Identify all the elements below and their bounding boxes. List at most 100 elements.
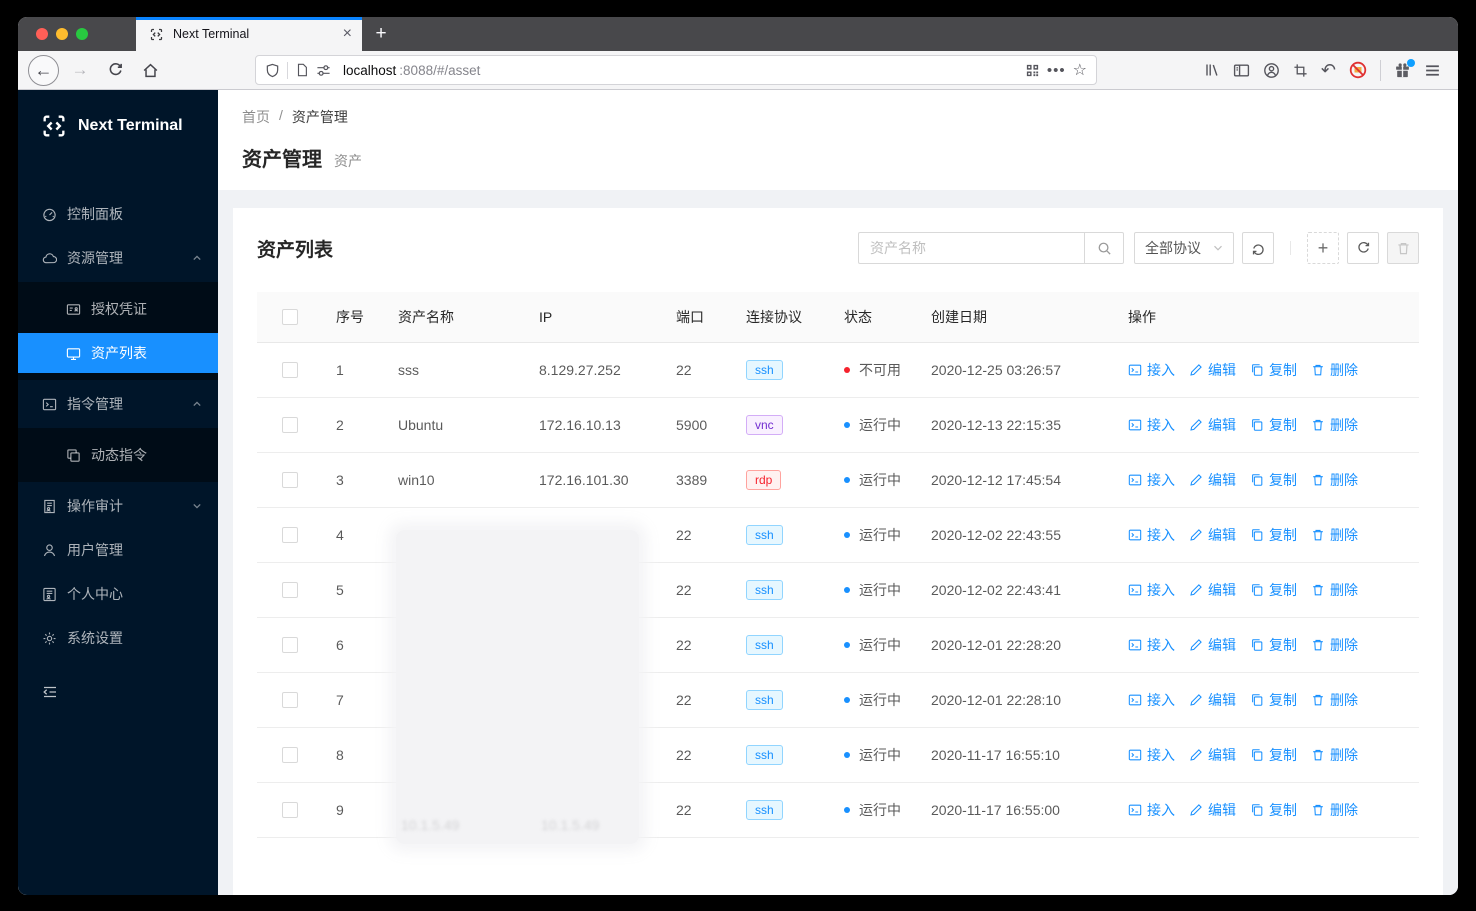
protocol-filter-select[interactable]: 全部协议 — [1134, 232, 1234, 264]
select-all-checkbox[interactable] — [282, 309, 298, 325]
action-delete[interactable]: 删除 — [1311, 800, 1358, 820]
home-button[interactable] — [136, 56, 164, 84]
action-copy[interactable]: 复制 — [1250, 415, 1297, 435]
search-icon[interactable] — [1084, 232, 1124, 264]
action-delete[interactable]: 删除 — [1311, 690, 1358, 710]
row-checkbox[interactable] — [282, 692, 298, 708]
breadcrumb-home-link[interactable]: 首页 — [242, 107, 270, 127]
action-delete[interactable]: 删除 — [1311, 470, 1358, 490]
permissions-toggles-icon[interactable] — [316, 63, 331, 78]
sidebar-item-credentials[interactable]: 授权凭证 — [18, 289, 218, 329]
access-icon — [1128, 803, 1142, 817]
library-icon[interactable] — [1204, 62, 1220, 78]
add-asset-button[interactable]: + — [1307, 232, 1339, 264]
hamburger-menu-icon[interactable] — [1424, 62, 1441, 79]
account-icon[interactable] — [1263, 62, 1280, 79]
url-bar[interactable]: localhost:8088/#/asset ••• ☆ — [255, 55, 1097, 85]
action-edit[interactable]: 编辑 — [1189, 690, 1236, 710]
gift-extension-icon[interactable] — [1394, 58, 1415, 79]
sidebar-item-dashboard[interactable]: 控制面板 — [18, 194, 218, 234]
action-delete[interactable]: 删除 — [1311, 745, 1358, 765]
copy-icon — [1250, 528, 1264, 542]
action-copy[interactable]: 复制 — [1250, 745, 1297, 765]
undo-sync-button[interactable] — [1242, 232, 1274, 264]
action-copy[interactable]: 复制 — [1250, 470, 1297, 490]
sidebars-icon[interactable] — [1233, 62, 1250, 79]
sidebar-collapse-icon[interactable] — [42, 684, 218, 700]
sidebar-item-dynamic-commands[interactable]: 动态指令 — [18, 435, 218, 475]
page-info-icon[interactable] — [295, 63, 309, 77]
page-actions-icon[interactable]: ••• — [1047, 62, 1066, 79]
minimize-window-button[interactable] — [56, 28, 68, 40]
sidebar-item-audit[interactable]: 操作审计 — [18, 486, 218, 526]
row-checkbox[interactable] — [282, 637, 298, 653]
new-tab-button[interactable]: + — [362, 17, 400, 51]
sidebar-item-users[interactable]: 用户管理 — [18, 530, 218, 570]
row-checkbox[interactable] — [282, 582, 298, 598]
action-edit[interactable]: 编辑 — [1189, 745, 1236, 765]
row-checkbox[interactable] — [282, 527, 298, 543]
action-copy[interactable]: 复制 — [1250, 525, 1297, 545]
row-actions: 接入 编辑 复制 删除 — [1128, 470, 1403, 490]
delete-selected-button[interactable] — [1387, 232, 1419, 264]
row-checkbox[interactable] — [282, 417, 298, 433]
action-copy[interactable]: 复制 — [1250, 635, 1297, 655]
forward-button[interactable]: → — [66, 56, 94, 84]
action-copy[interactable]: 复制 — [1250, 580, 1297, 600]
row-checkbox[interactable] — [282, 472, 298, 488]
undo-icon[interactable]: ↶ — [1321, 61, 1336, 79]
sidebar-item-settings[interactable]: 系统设置 — [18, 618, 218, 658]
action-access[interactable]: 接入 — [1128, 800, 1175, 820]
sidebar-item-commands[interactable]: 指令管理 — [18, 384, 218, 424]
action-access[interactable]: 接入 — [1128, 525, 1175, 545]
action-access[interactable]: 接入 — [1128, 690, 1175, 710]
action-edit[interactable]: 编辑 — [1189, 415, 1236, 435]
action-delete[interactable]: 删除 — [1311, 525, 1358, 545]
action-edit[interactable]: 编辑 — [1189, 800, 1236, 820]
action-delete[interactable]: 删除 — [1311, 580, 1358, 600]
reload-button[interactable] — [101, 56, 129, 84]
access-icon — [1128, 748, 1142, 762]
action-edit[interactable]: 编辑 — [1189, 635, 1236, 655]
action-copy[interactable]: 复制 — [1250, 800, 1297, 820]
action-delete[interactable]: 删除 — [1311, 635, 1358, 655]
browser-tab[interactable]: Next Terminal × — [136, 17, 362, 51]
action-access[interactable]: 接入 — [1128, 635, 1175, 655]
row-checkbox[interactable] — [282, 362, 298, 378]
blocked-extension-icon[interactable] — [1349, 61, 1367, 79]
cell-port: 22 — [660, 727, 730, 783]
action-edit[interactable]: 编辑 — [1189, 470, 1236, 490]
qr-code-icon[interactable] — [1025, 63, 1040, 78]
action-edit[interactable]: 编辑 — [1189, 360, 1236, 380]
action-access[interactable]: 接入 — [1128, 415, 1175, 435]
action-access[interactable]: 接入 — [1128, 580, 1175, 600]
cell-num: 9 — [320, 782, 382, 838]
tab-close-icon[interactable]: × — [343, 26, 352, 42]
action-copy[interactable]: 复制 — [1250, 690, 1297, 710]
row-checkbox[interactable] — [282, 747, 298, 763]
bookmark-star-icon[interactable]: ☆ — [1073, 60, 1087, 80]
action-copy[interactable]: 复制 — [1250, 360, 1297, 380]
sidebar-item-asset-list[interactable]: 资产列表 — [18, 333, 218, 373]
row-actions: 接入 编辑 复制 删除 — [1128, 415, 1403, 435]
back-button[interactable]: ← — [28, 54, 59, 86]
tracking-shield-icon[interactable] — [265, 63, 280, 78]
action-edit[interactable]: 编辑 — [1189, 525, 1236, 545]
refresh-button[interactable] — [1347, 232, 1379, 264]
action-edit[interactable]: 编辑 — [1189, 580, 1236, 600]
close-window-button[interactable] — [36, 28, 48, 40]
sidebar-item-resources[interactable]: 资源管理 — [18, 238, 218, 278]
sidebar-item-profile[interactable]: 个人中心 — [18, 574, 218, 614]
asset-name-search-input[interactable] — [858, 232, 1084, 264]
action-access[interactable]: 接入 — [1128, 745, 1175, 765]
action-access[interactable]: 接入 — [1128, 470, 1175, 490]
cell-port: 22 — [660, 617, 730, 673]
cell-port: 5900 — [660, 397, 730, 453]
row-checkbox[interactable] — [282, 802, 298, 818]
cell-asset-name: win10 — [382, 452, 523, 508]
zoom-window-button[interactable] — [76, 28, 88, 40]
action-access[interactable]: 接入 — [1128, 360, 1175, 380]
screenshot-icon[interactable] — [1293, 63, 1308, 78]
action-delete[interactable]: 删除 — [1311, 415, 1358, 435]
action-delete[interactable]: 删除 — [1311, 360, 1358, 380]
